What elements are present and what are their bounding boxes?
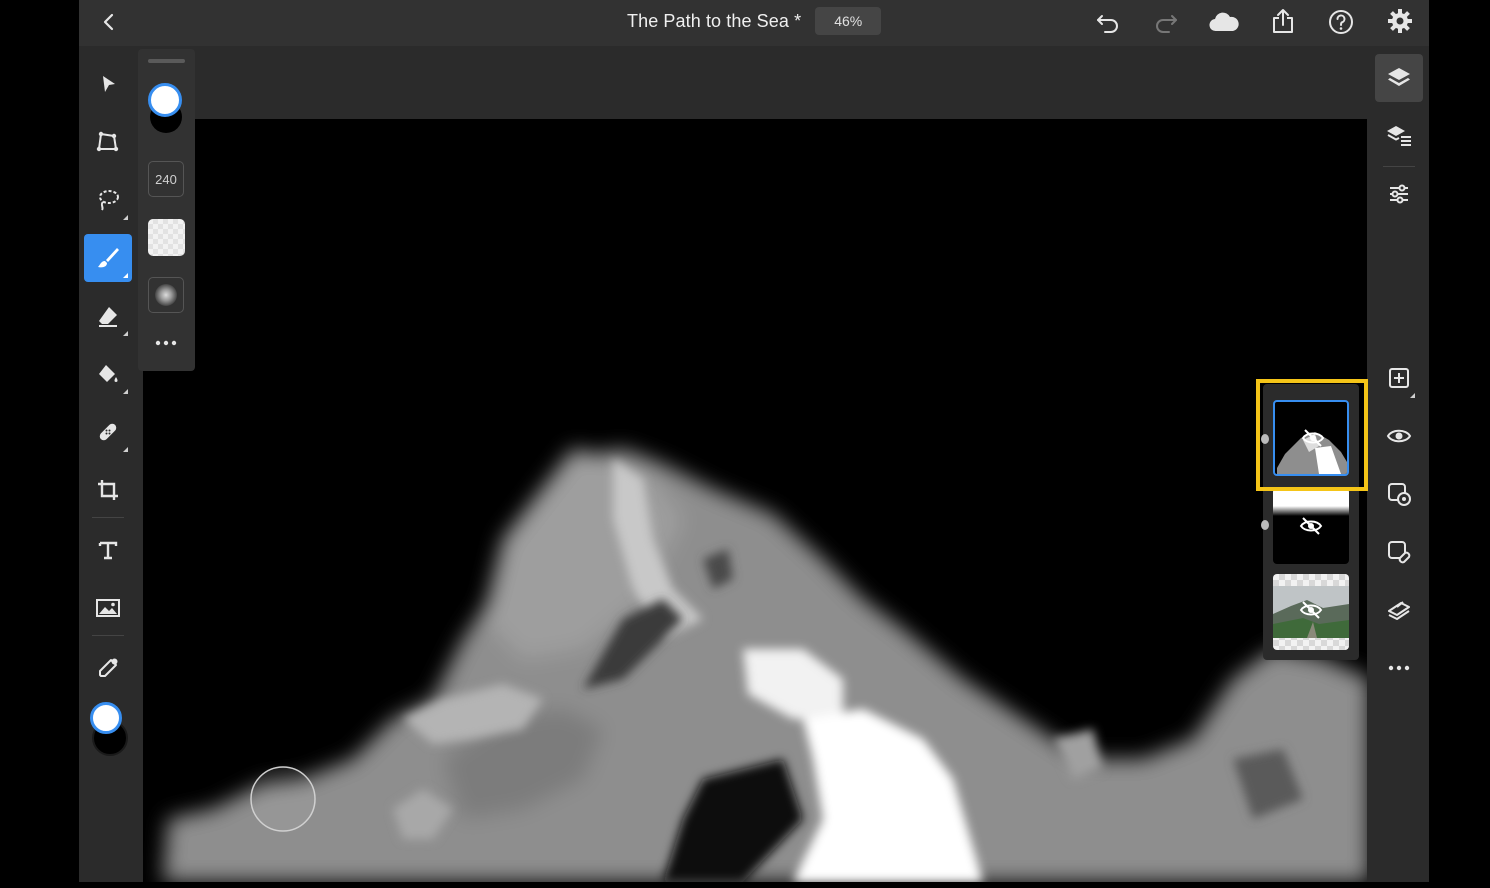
zoom-level[interactable]: 46% [815, 7, 882, 35]
title-group: The Path to the Sea * 46% [627, 6, 882, 36]
transform-icon [96, 131, 119, 152]
layers-button[interactable] [1375, 54, 1423, 102]
back-button[interactable] [95, 8, 123, 36]
blend-icon [1388, 601, 1410, 620]
add-square-icon [1389, 368, 1409, 388]
lasso-icon [99, 190, 119, 211]
share-button[interactable] [1267, 5, 1299, 37]
chevron-left-icon [103, 13, 114, 31]
type-tool[interactable] [84, 526, 132, 574]
settings-button[interactable] [1384, 5, 1416, 37]
clipping-mask-button[interactable] [1375, 528, 1423, 576]
submenu-indicator [123, 215, 128, 220]
adjustments-button[interactable] [1375, 170, 1423, 218]
redo-button[interactable] [1150, 6, 1182, 38]
eyedropper-icon [99, 658, 118, 677]
hidden-eye-icon [1299, 601, 1323, 619]
eraser-icon [99, 307, 117, 327]
right-toolbar [1367, 46, 1429, 882]
brush-icon [98, 248, 119, 268]
add-layer-button[interactable] [1375, 354, 1423, 402]
layer-thumbnail-adjustment[interactable] [1273, 488, 1349, 564]
layer-mask-icon [1388, 483, 1411, 506]
lasso-tool[interactable] [84, 176, 132, 224]
crop-icon [98, 480, 118, 500]
more-dots-icon [155, 340, 177, 346]
layers-icon [1388, 68, 1410, 86]
submenu-indicator [1410, 393, 1415, 398]
undo-button[interactable] [1092, 6, 1124, 38]
submenu-indicator [123, 389, 128, 394]
soft-brush-icon [155, 284, 177, 306]
visibility-button[interactable] [1375, 412, 1423, 460]
undo-icon [1097, 15, 1118, 33]
brush-hardness-button[interactable] [148, 277, 184, 313]
document-title[interactable]: The Path to the Sea * [627, 11, 801, 32]
brush-color-swatches[interactable] [148, 83, 188, 143]
tutorial-highlight-box [1256, 379, 1368, 491]
layer-properties-button[interactable] [1375, 112, 1423, 160]
layer-thumbnail-photo[interactable] [1273, 574, 1349, 650]
link-layer-icon [1388, 541, 1411, 564]
photoshop-app: The Path to the Sea * 46% 240 [79, 0, 1429, 882]
eraser-tool[interactable] [84, 292, 132, 340]
healing-tool[interactable] [84, 408, 132, 456]
crop-tool[interactable] [84, 466, 132, 514]
color-swatches[interactable] [90, 702, 130, 762]
help-icon [1329, 10, 1353, 34]
submenu-indicator [123, 447, 128, 452]
mask-button[interactable] [1375, 470, 1423, 518]
layer-link-dot [1261, 520, 1269, 530]
brush-foreground-swatch[interactable] [148, 83, 182, 117]
more-options-button[interactable] [148, 331, 184, 355]
select-tool[interactable] [84, 60, 132, 108]
place-image-tool[interactable] [84, 584, 132, 632]
share-icon [1273, 9, 1293, 33]
image-icon [96, 599, 120, 617]
eyedropper-tool[interactable] [84, 644, 132, 692]
brush-tool[interactable] [84, 234, 132, 282]
foreground-color-swatch[interactable] [90, 702, 122, 734]
panel-drag-handle[interactable] [148, 59, 185, 63]
left-toolbar [79, 46, 141, 882]
submenu-indicator [123, 273, 128, 278]
layer-list-icon [1387, 126, 1411, 146]
arrow-pointer-icon [103, 76, 115, 92]
canvas-artwork [163, 449, 1369, 882]
transform-tool[interactable] [84, 118, 132, 166]
brush-size-field[interactable]: 240 [148, 161, 184, 197]
toolbar-divider [92, 517, 124, 518]
help-button[interactable] [1325, 6, 1357, 38]
bandage-icon [99, 423, 117, 441]
more-layer-options-button[interactable] [1375, 644, 1423, 692]
cloud-icon [1209, 12, 1239, 32]
more-dots-icon [1388, 665, 1410, 671]
hidden-eye-icon [1299, 517, 1323, 535]
sliders-icon [1390, 184, 1408, 204]
brush-opacity-swatch[interactable] [148, 219, 185, 256]
document-canvas[interactable] [143, 119, 1369, 882]
fill-tool[interactable] [84, 350, 132, 398]
redo-icon [1156, 15, 1177, 33]
tool-options-panel: 240 [138, 49, 195, 371]
top-bar: The Path to the Sea * 46% [79, 0, 1429, 46]
blend-mode-button[interactable] [1375, 586, 1423, 634]
gear-icon [1388, 9, 1412, 33]
text-icon [98, 541, 118, 560]
submenu-indicator [123, 331, 128, 336]
eye-icon [1386, 429, 1412, 443]
toolbar-divider [1383, 166, 1415, 167]
cloud-button[interactable] [1206, 6, 1242, 38]
paint-bucket-icon [99, 365, 118, 382]
toolbar-divider [92, 635, 124, 636]
